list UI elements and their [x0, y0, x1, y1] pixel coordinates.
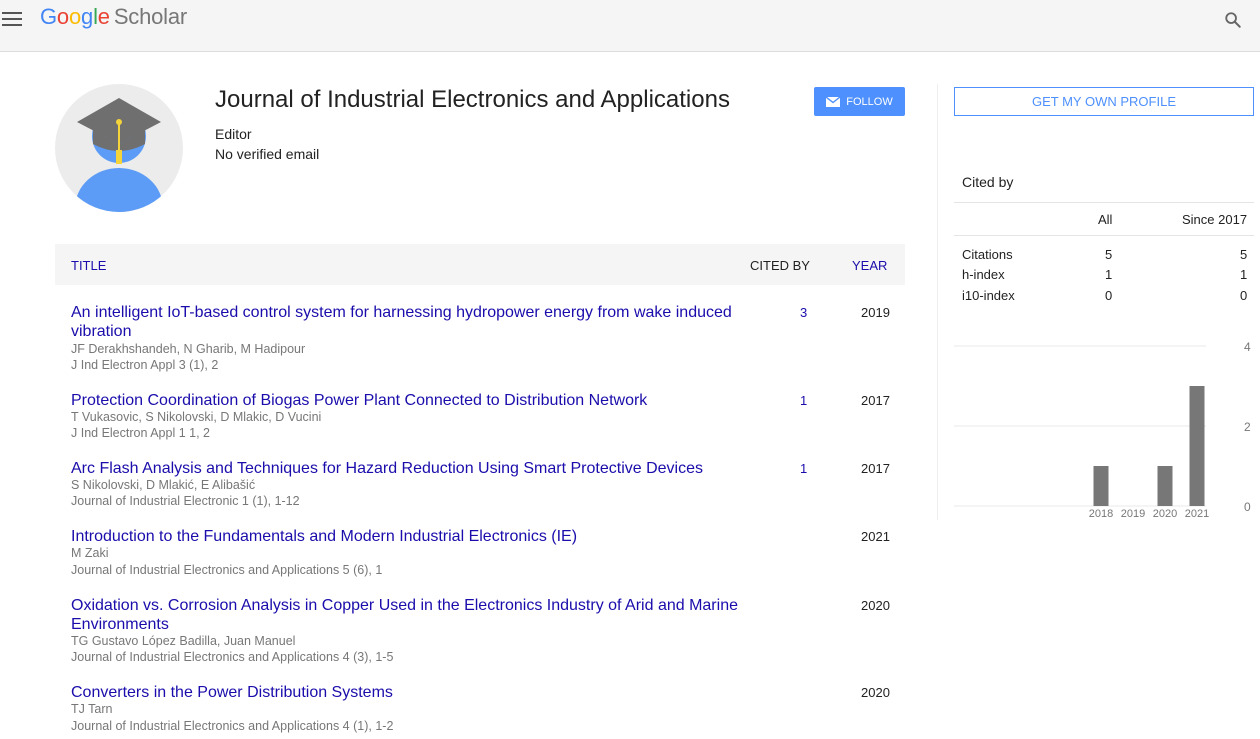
article-year: 2021 — [861, 529, 890, 544]
google-scholar-logo[interactable]: Google Scholar — [40, 4, 187, 30]
article-year: 2019 — [861, 305, 890, 320]
cited-by-count[interactable]: 1 — [800, 393, 807, 408]
article-year: 2017 — [861, 393, 890, 408]
stat-since-citations: 5 — [1240, 247, 1248, 262]
stat-all-h-index: 1 — [1105, 267, 1113, 282]
divider — [954, 235, 1254, 236]
sort-by-title[interactable]: TITLE — [71, 258, 106, 273]
stat-label-i10-index: i10-index — [962, 288, 1015, 303]
sort-by-year[interactable]: YEAR — [852, 258, 887, 273]
chart-bar-2021[interactable] — [1189, 386, 1205, 506]
get-my-own-profile-button[interactable]: GET MY OWN PROFILE — [954, 87, 1254, 116]
article-title[interactable]: Introduction to the Fundamentals and Mod… — [71, 527, 741, 546]
article-venue: Journal of Industrial Electronics and Ap… — [71, 563, 383, 577]
top-bar: Google Scholar — [0, 0, 1260, 52]
x-tick-label: 2019 — [1121, 508, 1145, 520]
article-venue: Journal of Industrial Electronic 1 (1), … — [71, 494, 300, 508]
column-divider — [937, 84, 938, 520]
article-venue: Journal of Industrial Electronics and Ap… — [71, 719, 394, 733]
article-title[interactable]: Oxidation vs. Corrosion Analysis in Copp… — [71, 596, 741, 634]
sort-by-cited[interactable]: CITED BY — [750, 258, 810, 273]
cited-by-count[interactable]: 3 — [800, 305, 807, 320]
citations-per-year-chart: 0 2 4 2018 2019 2020 2021 — [954, 340, 1251, 520]
article-authors: TJ Tarn — [71, 702, 113, 716]
envelope-icon — [826, 96, 841, 107]
article-venue: J Ind Electron Appl 1 1, 2 — [71, 426, 210, 440]
stats-header-all: All — [1098, 212, 1113, 227]
profile-email: No verified email — [215, 146, 320, 162]
y-tick-label: 4 — [1244, 340, 1251, 354]
stats-header-since: Since 2017 — [1182, 212, 1248, 227]
graduation-cap-avatar-icon — [55, 84, 183, 212]
article-year: 2020 — [861, 598, 890, 613]
stat-label-h-index: h-index — [962, 267, 1005, 282]
cited-by-count[interactable]: 1 — [800, 461, 807, 476]
article-year: 2017 — [861, 461, 890, 476]
stat-all-citations: 5 — [1105, 247, 1113, 262]
follow-label: FOLLOW — [846, 95, 893, 108]
divider — [954, 202, 1254, 203]
stat-since-h-index: 1 — [1240, 267, 1248, 282]
article-title[interactable]: Protection Coordination of Biogas Power … — [71, 391, 741, 410]
hamburger-menu-icon[interactable] — [2, 12, 22, 26]
article-authors: TG Gustavo López Badilla, Juan Manuel — [71, 634, 296, 648]
article-year: 2020 — [861, 685, 890, 700]
chart-bar-2018[interactable] — [1093, 466, 1109, 506]
chart-bar-2020[interactable] — [1157, 466, 1173, 506]
y-tick-label: 2 — [1244, 420, 1251, 434]
x-tick-label: 2018 — [1089, 508, 1113, 520]
search-icon[interactable] — [1224, 11, 1242, 29]
profile-name: Journal of Industrial Electronics and Ap… — [215, 86, 730, 113]
article-authors: S Nikolovski, D Mlakić, E Alibašić — [71, 478, 256, 492]
article-venue: Journal of Industrial Electronics and Ap… — [71, 650, 394, 664]
follow-button[interactable]: FOLLOW — [814, 87, 905, 116]
article-authors: JF Derakhshandeh, N Gharib, M Hadipour — [71, 342, 306, 356]
stat-since-i10-index: 0 — [1240, 288, 1248, 303]
article-title[interactable]: An intelligent IoT-based control system … — [71, 303, 741, 341]
x-tick-label: 2021 — [1185, 508, 1209, 520]
y-tick-label: 0 — [1244, 500, 1251, 514]
article-title[interactable]: Converters in the Power Distribution Sys… — [71, 683, 741, 702]
article-title[interactable]: Arc Flash Analysis and Techniques for Ha… — [71, 459, 741, 478]
cited-by-heading: Cited by — [962, 174, 1014, 190]
article-venue: J Ind Electron Appl 3 (1), 2 — [71, 358, 219, 372]
profile-affiliation: Editor — [215, 126, 252, 142]
stat-label-citations: Citations — [962, 247, 1013, 262]
article-authors: T Vukasovic, S Nikolovski, D Mlakic, D V… — [71, 410, 322, 424]
article-authors: M Zaki — [71, 546, 109, 560]
stat-all-i10-index: 0 — [1105, 288, 1113, 303]
articles-table-header: TITLE CITED BY YEAR — [55, 244, 905, 285]
x-tick-label: 2020 — [1153, 508, 1177, 520]
